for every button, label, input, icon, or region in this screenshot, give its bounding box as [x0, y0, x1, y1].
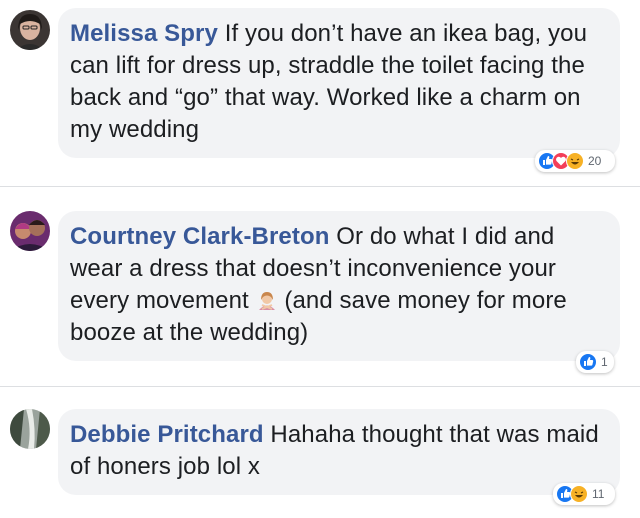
- reaction-count: 11: [592, 487, 605, 501]
- comment-bubble: Courtney Clark-Breton Or do what I did a…: [58, 211, 620, 361]
- reaction-count: 20: [588, 154, 602, 168]
- avatar-photo: [10, 409, 50, 449]
- reactions-summary[interactable]: 1: [576, 351, 614, 373]
- comment-author[interactable]: Melissa Spry: [70, 20, 218, 47]
- comment-author[interactable]: Courtney Clark-Breton: [70, 223, 329, 250]
- comment-bubble: Debbie Pritchard Hahaha thought that was…: [58, 409, 620, 495]
- avatar[interactable]: [10, 211, 50, 251]
- comment-item: Debbie Pritchard Hahaha thought that was…: [0, 387, 640, 518]
- comment-bubble: Melissa Spry If you don’t have an ikea b…: [58, 8, 620, 158]
- reactions-summary[interactable]: 20: [535, 150, 615, 172]
- comment-item: Melissa Spry If you don’t have an ikea b…: [0, 0, 640, 186]
- haha-icon: [570, 485, 588, 503]
- avatar[interactable]: [10, 10, 50, 50]
- woman-gesturing-no-emoji-icon: [256, 288, 278, 310]
- haha-icon: [566, 152, 584, 170]
- avatar-photo: [10, 211, 50, 251]
- like-icon: [579, 353, 597, 371]
- comment-author[interactable]: Debbie Pritchard: [70, 421, 264, 448]
- avatar[interactable]: [10, 409, 50, 449]
- reactions-summary[interactable]: 11: [553, 483, 615, 505]
- reaction-count: 1: [601, 355, 608, 369]
- avatar-photo: [10, 10, 50, 50]
- comment-item: Courtney Clark-Breton Or do what I did a…: [0, 187, 640, 386]
